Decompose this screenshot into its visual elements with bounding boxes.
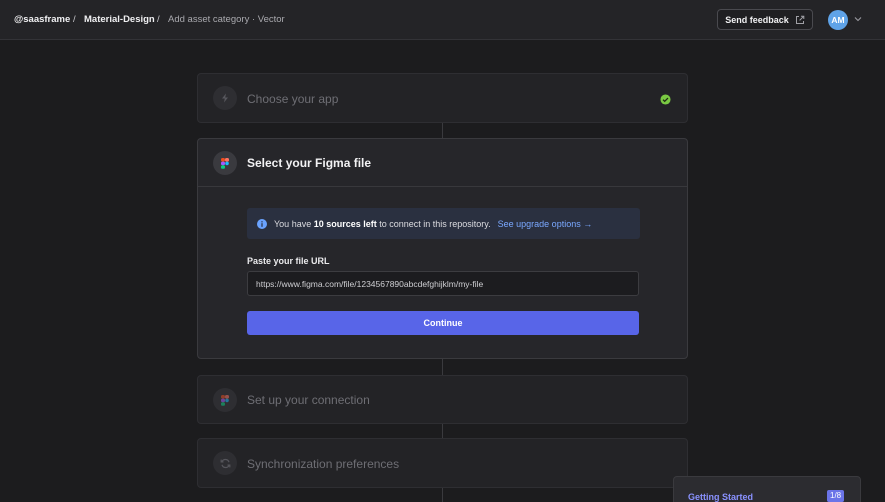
info-text-prefix: You have (274, 218, 314, 229)
breadcrumb-separator: / (73, 14, 76, 25)
divider (198, 186, 687, 187)
upgrade-options-link[interactable]: See upgrade options → (498, 219, 593, 229)
breadcrumb-separator: / (157, 14, 160, 25)
step-connector (442, 123, 443, 138)
file-url-label: Paste your file URL (247, 256, 330, 266)
getting-started-widget[interactable]: Getting Started 1/8 (673, 476, 861, 502)
figma-icon (213, 151, 237, 175)
send-feedback-button[interactable]: Send feedback (717, 9, 813, 30)
breadcrumb-current-page: Add asset category · Vector (168, 14, 285, 25)
info-text: You have 10 sources left to connect in t… (274, 219, 491, 229)
figma-icon (213, 388, 237, 412)
step-set-up-connection[interactable]: Set up your connection (197, 375, 688, 424)
external-link-icon (795, 15, 805, 24)
getting-started-title: Getting Started (688, 492, 754, 502)
step-title: Set up your connection (247, 393, 370, 407)
step-connector (442, 424, 443, 438)
chevron-down-icon[interactable] (853, 15, 863, 23)
getting-started-progress-badge: 1/8 (827, 490, 845, 502)
bolt-icon (213, 86, 237, 110)
file-url-input[interactable] (247, 271, 639, 296)
send-feedback-label: Send feedback (725, 14, 789, 25)
step-title: Select your Figma file (247, 156, 372, 170)
step-select-figma-file: Select your Figma file You have 10 sourc… (197, 138, 688, 359)
step-title: Choose your app (247, 92, 339, 106)
step-connector (442, 359, 443, 375)
continue-button[interactable]: Continue (247, 311, 639, 335)
step-choose-app[interactable]: Choose your app (197, 73, 688, 123)
breadcrumb-project[interactable]: Material-Design (84, 14, 155, 25)
step-synchronization-preferences[interactable]: Synchronization preferences (197, 438, 688, 488)
step-connector (442, 488, 443, 502)
user-avatar[interactable]: AM (828, 10, 848, 30)
sources-left-count: 10 sources left (313, 218, 377, 229)
step-title: Synchronization preferences (247, 457, 400, 471)
sources-info-banner: You have 10 sources left to connect in t… (247, 208, 640, 239)
info-icon (257, 218, 267, 229)
sync-icon (213, 451, 237, 475)
breadcrumb-org[interactable]: @saasframe (14, 14, 70, 25)
top-bar: @saasframe / Material-Design / Add asset… (0, 0, 885, 40)
check-circle-icon (660, 94, 671, 105)
info-text-suffix: to connect in this repository. (376, 218, 491, 229)
